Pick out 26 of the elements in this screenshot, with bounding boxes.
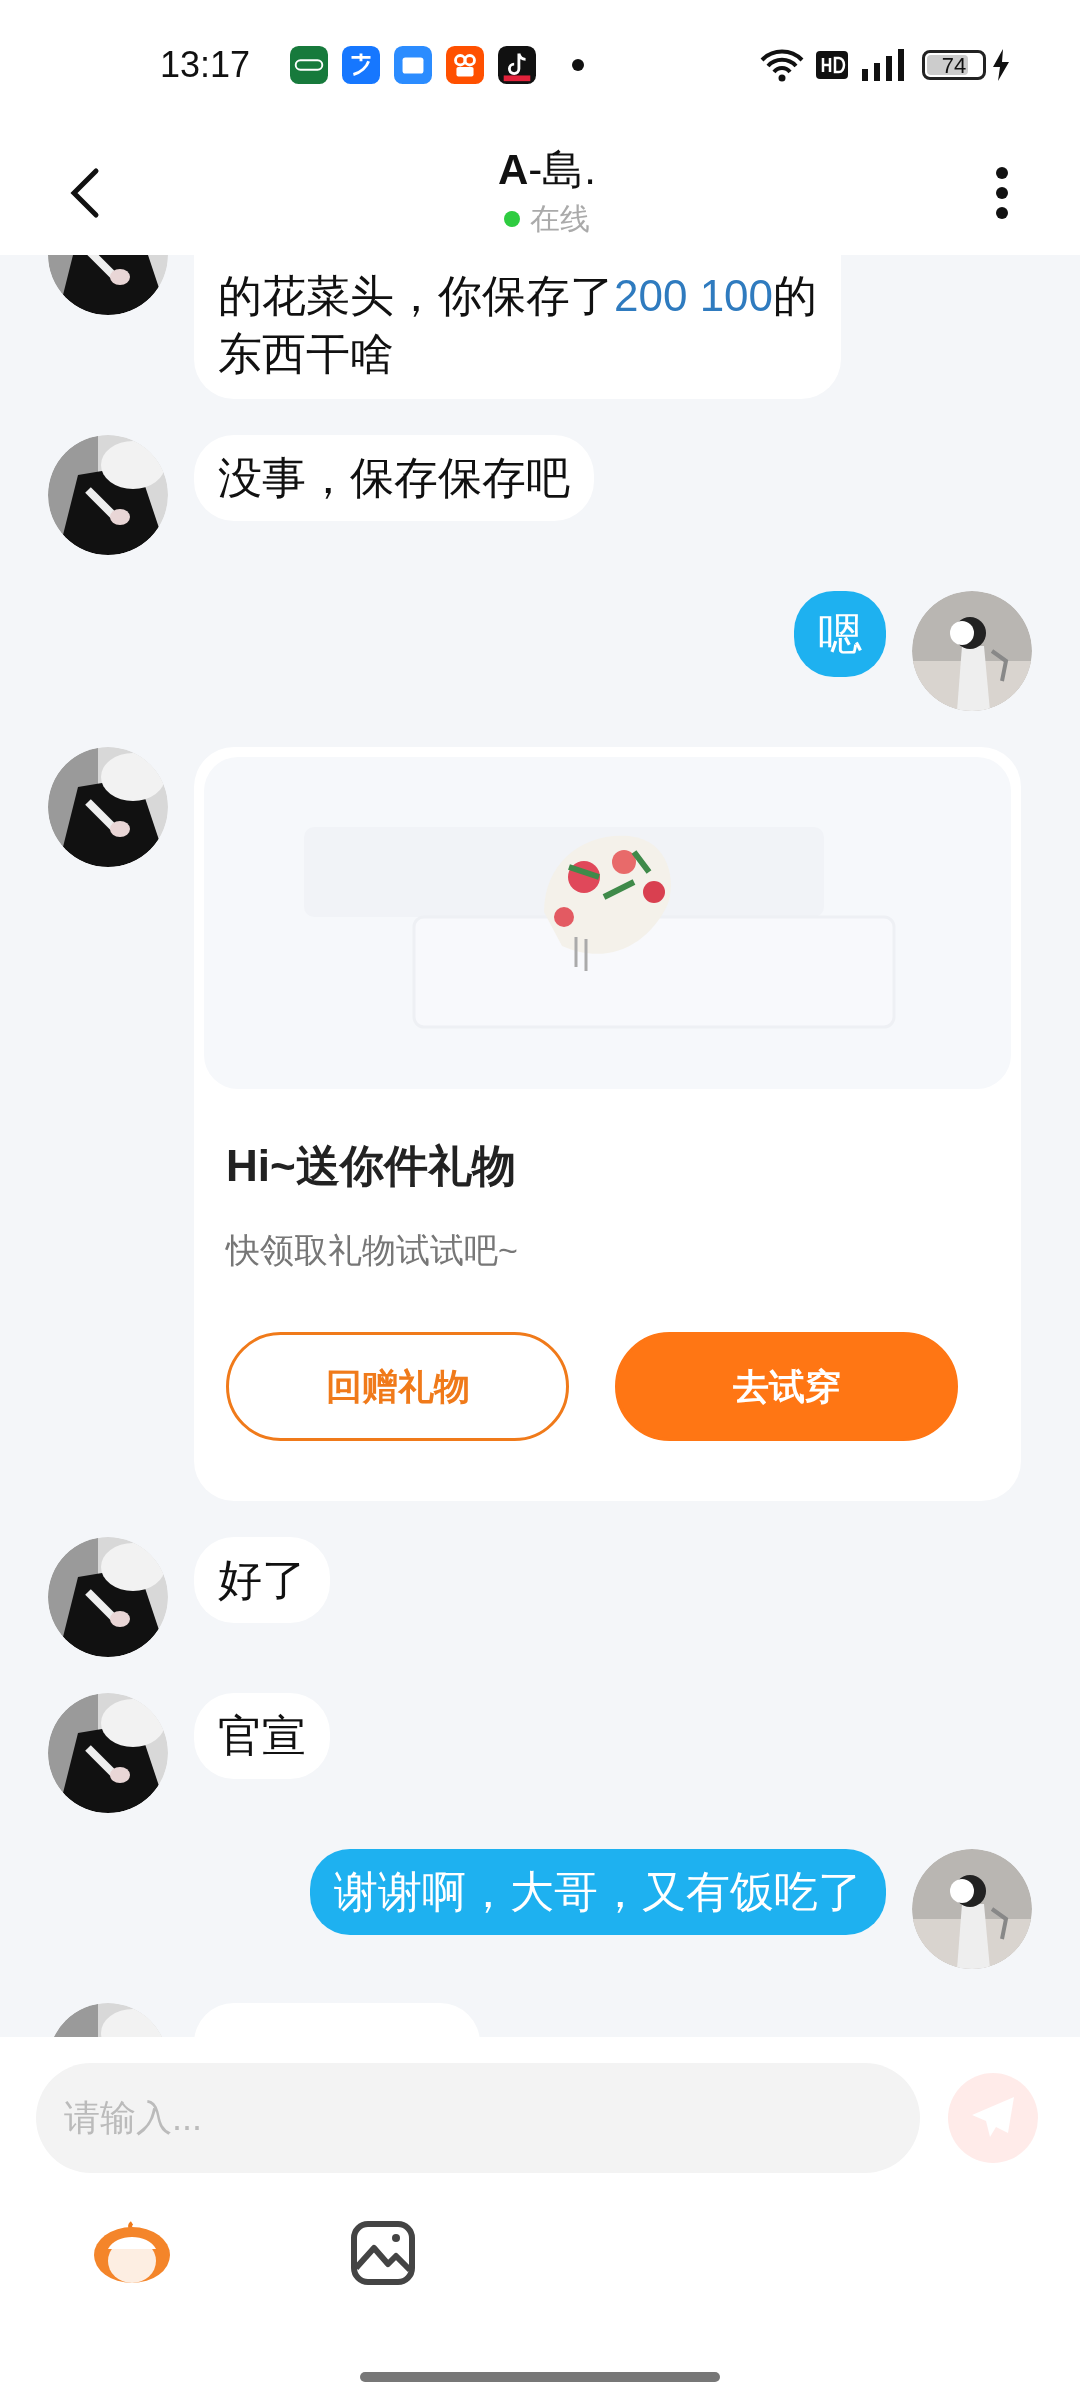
message-bubble: 嗯 (794, 591, 886, 677)
message-bubble: 没事，保存保存吧 (194, 435, 594, 521)
app-icon (446, 46, 485, 84)
gift-title: Hi~送你件礼物 (226, 1140, 517, 1192)
contact-name: A-島. (498, 145, 596, 195)
app-icon (394, 46, 433, 84)
hd-icon (816, 51, 848, 79)
return-gift-button[interactable]: 回赠礼物 (226, 1332, 569, 1441)
message-bubble: 好了 (194, 1537, 330, 1623)
back-button[interactable] (70, 166, 100, 219)
message-input[interactable]: 请输入... (36, 2063, 920, 2173)
app-icon (498, 46, 537, 84)
message-bubble: 官宣 (194, 1693, 330, 1779)
status-time: 13:17 (160, 43, 251, 87)
try-on-button[interactable]: 去试穿 (615, 1332, 958, 1441)
wifi-icon (760, 48, 804, 82)
message-bubble: 的花菜头，你保存了200 100的 东西干啥 (194, 255, 842, 399)
battery-indicator: 74 (922, 50, 986, 80)
more-menu-button[interactable] (994, 164, 1010, 221)
app-icon (290, 46, 329, 84)
number-link[interactable]: 200 100 (614, 271, 774, 320)
app-icon (342, 46, 381, 84)
gift-subtitle: 快领取礼物试试吧~ (226, 1230, 519, 1271)
online-status: 在线 (530, 201, 590, 237)
image-icon[interactable] (350, 2220, 416, 2286)
message-bubble: 谢谢啊，大哥，又有饭吃了 (310, 1849, 886, 1935)
